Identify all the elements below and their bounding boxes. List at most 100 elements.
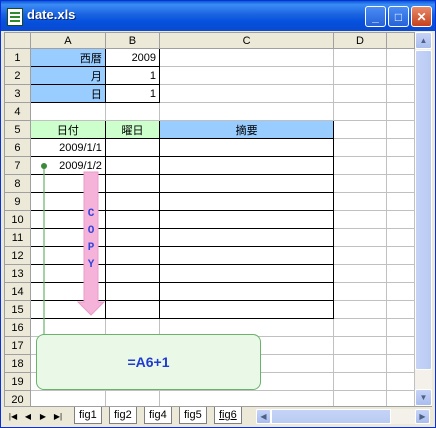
cell-a9[interactable] [29, 192, 106, 211]
column-header-b[interactable]: B [104, 32, 161, 49]
cell-e7[interactable] [385, 156, 415, 175]
cell-d6[interactable] [333, 138, 387, 157]
cell-e10[interactable] [385, 210, 415, 229]
cell-e11[interactable] [385, 228, 415, 247]
cell-c5[interactable]: 摘要 [159, 120, 335, 139]
row-header[interactable]: 11 [4, 228, 31, 247]
row-header[interactable]: 18 [4, 354, 31, 373]
sheet-tab-fig1[interactable]: fig1 [74, 407, 102, 424]
cell-d18[interactable] [333, 354, 387, 373]
column-header-e[interactable] [385, 32, 415, 49]
vertical-scrollbar[interactable]: ▲ ▼ [415, 32, 432, 406]
cell-c10[interactable] [159, 210, 335, 229]
sheet-tab-fig6[interactable]: fig6 [214, 407, 242, 424]
cell-b5[interactable]: 曜日 [104, 120, 161, 139]
row-header[interactable]: 7 [4, 156, 31, 175]
row-header[interactable]: 15 [4, 300, 31, 319]
cell-d17[interactable] [333, 336, 387, 355]
cell-a7[interactable]: 2009/1/2 [29, 156, 106, 175]
cell-b4[interactable] [104, 102, 161, 121]
cell-a10[interactable] [29, 210, 106, 229]
cell-c14[interactable] [159, 282, 335, 301]
row-header[interactable]: 8 [4, 174, 31, 193]
cell-b3[interactable]: 1 [104, 84, 161, 103]
title-bar[interactable]: date.xls _ □ ✕ [1, 1, 435, 31]
cell-a4[interactable] [29, 102, 106, 121]
cell-c7[interactable] [159, 156, 335, 175]
row-header[interactable]: 10 [4, 210, 31, 229]
sheet-tab-fig2[interactable]: fig2 [109, 407, 137, 424]
cell-c16[interactable] [159, 318, 335, 337]
cell-c12[interactable] [159, 246, 335, 265]
cell-d10[interactable] [333, 210, 387, 229]
cell-c20[interactable] [159, 390, 335, 406]
cell-b6[interactable] [104, 138, 161, 157]
cell-d8[interactable] [333, 174, 387, 193]
select-all-corner[interactable] [4, 32, 31, 49]
cell-e1[interactable] [385, 48, 415, 67]
row-header[interactable]: 4 [4, 102, 31, 121]
cell-a8[interactable] [29, 174, 106, 193]
close-button[interactable]: ✕ [411, 6, 432, 27]
cell-e18[interactable] [385, 354, 415, 373]
cell-b16[interactable] [104, 318, 161, 337]
cell-d1[interactable] [333, 48, 387, 67]
cell-b11[interactable] [104, 228, 161, 247]
scroll-left-icon[interactable]: ◀ [256, 409, 271, 424]
cell-e4[interactable] [385, 102, 415, 121]
cell-a18[interactable] [29, 354, 106, 373]
cell-b14[interactable] [104, 282, 161, 301]
cell-d2[interactable] [333, 66, 387, 85]
row-header[interactable]: 19 [4, 372, 31, 391]
cell-c3[interactable] [159, 84, 335, 103]
cell-e17[interactable] [385, 336, 415, 355]
cell-c1[interactable] [159, 48, 335, 67]
cell-d13[interactable] [333, 264, 387, 283]
cell-b13[interactable] [104, 264, 161, 283]
row-header[interactable]: 20 [4, 390, 31, 406]
cell-d7[interactable] [333, 156, 387, 175]
scroll-down-icon[interactable]: ▼ [415, 389, 432, 406]
column-header-c[interactable]: C [159, 32, 335, 49]
cell-c13[interactable] [159, 264, 335, 283]
cell-d12[interactable] [333, 246, 387, 265]
cell-a15[interactable] [29, 300, 106, 319]
row-header[interactable]: 17 [4, 336, 31, 355]
cell-e3[interactable] [385, 84, 415, 103]
last-sheet-icon[interactable]: ▶| [52, 409, 64, 423]
cell-a11[interactable] [29, 228, 106, 247]
cell-d5[interactable] [333, 120, 387, 139]
cell-c8[interactable] [159, 174, 335, 193]
cell-b1[interactable]: 2009 [104, 48, 161, 67]
cell-a2[interactable]: 月 [29, 66, 106, 85]
cell-e2[interactable] [385, 66, 415, 85]
cell-a14[interactable] [29, 282, 106, 301]
cell-a3[interactable]: 日 [29, 84, 106, 103]
cell-d16[interactable] [333, 318, 387, 337]
horizontal-scrollbar[interactable]: ◀ ▶ [256, 409, 430, 424]
cell-e20[interactable] [385, 390, 415, 406]
cell-e15[interactable] [385, 300, 415, 319]
row-header[interactable]: 14 [4, 282, 31, 301]
cell-c9[interactable] [159, 192, 335, 211]
cell-b15[interactable] [104, 300, 161, 319]
cell-c17[interactable] [159, 336, 335, 355]
cell-c11[interactable] [159, 228, 335, 247]
prev-sheet-icon[interactable]: ◀ [22, 409, 34, 423]
cell-e13[interactable] [385, 264, 415, 283]
cell-b20[interactable] [104, 390, 161, 406]
row-header[interactable]: 9 [4, 192, 31, 211]
row-header[interactable]: 2 [4, 66, 31, 85]
cell-c4[interactable] [159, 102, 335, 121]
horizontal-scroll-thumb[interactable] [271, 409, 391, 424]
row-header[interactable]: 12 [4, 246, 31, 265]
cell-e9[interactable] [385, 192, 415, 211]
cell-e14[interactable] [385, 282, 415, 301]
scroll-up-icon[interactable]: ▲ [415, 32, 432, 49]
sheet-tab-fig4[interactable]: fig4 [144, 407, 172, 424]
cell-d3[interactable] [333, 84, 387, 103]
excel-doc-icon[interactable] [7, 8, 23, 26]
cell-d20[interactable] [333, 390, 387, 406]
cell-e8[interactable] [385, 174, 415, 193]
row-header[interactable]: 13 [4, 264, 31, 283]
